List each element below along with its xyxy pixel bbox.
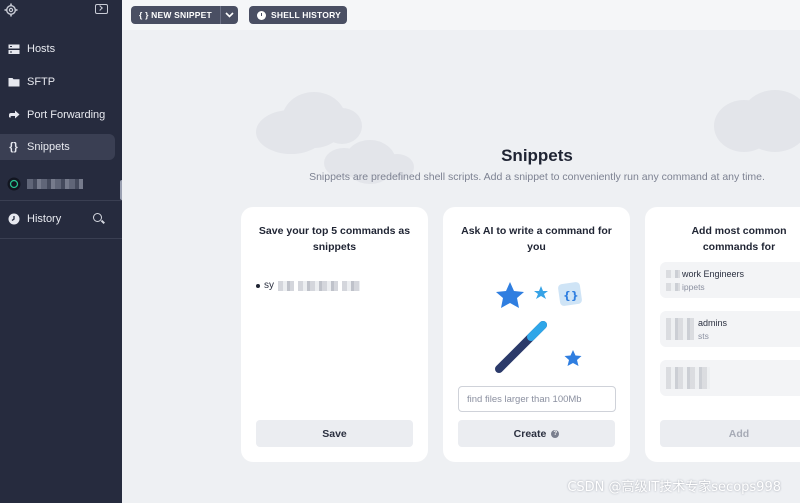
redacted-text: [666, 318, 694, 340]
redacted-text: [666, 367, 710, 389]
sidebar-item-host-session[interactable]: [0, 171, 115, 197]
sidebar-item-label: Hosts: [27, 43, 56, 55]
redacted-host-name: [27, 179, 83, 189]
sidebar-item-port-forwarding[interactable]: Port Forwarding: [0, 102, 115, 128]
card-title: Add most common commands for: [691, 225, 787, 253]
sidebar-item-sftp[interactable]: SFTP: [0, 69, 115, 95]
save-button[interactable]: Save: [256, 420, 413, 447]
sidebar-item-snippets[interactable]: {} Snippets: [0, 134, 115, 160]
list-item[interactable]: work Engineers ippets: [660, 262, 800, 298]
arrow-forward-icon: [0, 110, 27, 120]
command-list-item: sy: [256, 280, 360, 291]
sidebar-item-label: SFTP: [27, 76, 56, 88]
sidebar-top: [0, 0, 122, 24]
redacted-text: [666, 270, 680, 278]
magic-wand-illustration: {}: [495, 282, 582, 373]
bullet-icon: [256, 283, 260, 288]
shell-history-button[interactable]: SHELL HISTORY: [249, 6, 347, 24]
redacted-text: [278, 280, 294, 291]
sidebar-item-history[interactable]: History: [0, 206, 122, 232]
redacted-text: [298, 280, 338, 291]
toolbar: { } NEW SNIPPET SHELL HISTORY: [122, 0, 800, 30]
search-icon[interactable]: [93, 213, 102, 222]
folder-icon: [0, 77, 27, 87]
session-status-icon: [0, 177, 27, 191]
server-icon: [0, 44, 27, 55]
terminal-icon[interactable]: [95, 4, 108, 14]
sidebar-divider: [0, 200, 122, 201]
clock-icon: [257, 10, 266, 20]
redacted-text: [666, 283, 680, 291]
sidebar-item-label: Port Forwarding: [27, 109, 106, 121]
braces-icon: {}: [9, 141, 18, 153]
list-item[interactable]: admins sts: [660, 311, 800, 347]
sidebar-item-label: Snippets: [27, 141, 70, 153]
watermark: CSDN @高级IT技术专家secops998: [567, 480, 781, 495]
ai-prompt-input[interactable]: find files larger than 100Mb: [458, 386, 616, 412]
card-title: Save your top 5 commands as snippets: [258, 225, 411, 253]
save-top-commands-card: Save your top 5 commands as snippets sy …: [241, 207, 428, 462]
ask-ai-card: Ask AI to write a command for you {} fin…: [443, 207, 630, 462]
sidebar-item-label: History: [27, 213, 62, 225]
new-snippet-button[interactable]: { } NEW SNIPPET: [131, 6, 220, 24]
add-button[interactable]: Add: [660, 420, 800, 447]
create-button[interactable]: Create ?: [458, 420, 615, 447]
snippets-main: Snippets Snippets are predefined shell s…: [122, 30, 800, 503]
help-icon[interactable]: ?: [551, 429, 560, 438]
page-title: Snippets: [501, 146, 573, 165]
list-item[interactable]: [660, 360, 800, 396]
redacted-text: [342, 280, 360, 291]
sidebar: Hosts SFTP Port Forwarding {} Snippets H…: [0, 0, 122, 503]
common-commands-card: Add most common commands for work Engine…: [645, 207, 800, 462]
gear-icon[interactable]: [4, 3, 18, 17]
svg-text:{}: {}: [563, 289, 579, 302]
chevron-down-icon: [225, 12, 234, 18]
page-subtitle: Snippets are predefined shell scripts. A…: [309, 171, 765, 183]
sidebar-divider: [0, 238, 122, 239]
clock-icon: [0, 213, 27, 225]
sidebar-item-hosts[interactable]: Hosts: [0, 36, 115, 62]
new-snippet-dropdown-button[interactable]: [220, 6, 238, 24]
card-title: Ask AI to write a command for you: [461, 225, 612, 253]
